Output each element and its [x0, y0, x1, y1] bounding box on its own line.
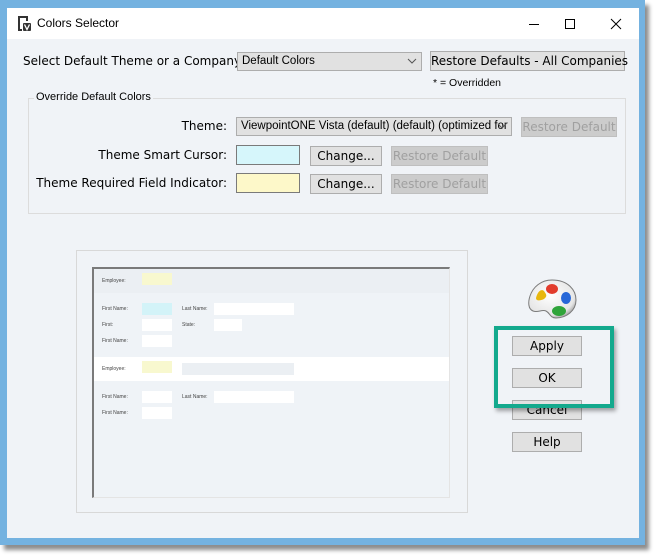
preview-field-label: First Name: [102, 394, 128, 400]
company-select[interactable]: Default Colors [237, 52, 422, 71]
window-frame: Colors Selector Select Default Theme or … [0, 0, 645, 545]
theme-select-value: ViewpointONE Vista (default) (default) (… [241, 120, 508, 132]
preview-description-field [182, 275, 294, 287]
close-button[interactable] [593, 8, 639, 39]
maximize-icon [565, 18, 575, 29]
preview-field-label: First: [102, 322, 114, 328]
preview-field-label: Last Name: [182, 394, 208, 400]
preview-field [214, 319, 242, 331]
preview-field [142, 391, 172, 403]
preview-field-label: First Name: [102, 410, 128, 416]
preview-field [142, 319, 172, 331]
preview-field [214, 391, 294, 403]
smart-cursor-change-button[interactable]: Change... [310, 146, 382, 166]
minimize-icon [529, 23, 539, 25]
preview-field-label: State: [182, 322, 196, 328]
smart-cursor-color-swatch[interactable] [236, 145, 300, 165]
required-field-change-button[interactable]: Change... [310, 174, 382, 194]
maximize-button[interactable] [547, 8, 593, 39]
theme-preview: Employee: First Name: Last Name: First: … [92, 267, 450, 498]
required-field-restore-default-button[interactable]: Restore Default [391, 174, 488, 194]
preview-employee-label: Employee: [102, 278, 126, 284]
close-icon [610, 18, 622, 29]
title-bar[interactable]: Colors Selector [7, 8, 639, 39]
preview-smart-cursor-field [142, 303, 172, 315]
colors-selector-dialog: Colors Selector Select Default Theme or … [7, 8, 639, 538]
preview-field-label: Last Name: [182, 306, 208, 312]
apply-ok-highlight [494, 326, 614, 408]
chevron-down-icon [407, 58, 417, 64]
preview-employee-label: Employee: [102, 366, 126, 372]
restore-defaults-all-companies-button[interactable]: Restore Defaults - All Companies [430, 51, 628, 71]
help-button[interactable]: Help [512, 432, 582, 452]
override-group-title: Override Default Colors [34, 91, 153, 103]
preview-field [142, 335, 172, 347]
smart-cursor-label: Theme Smart Cursor: [98, 148, 227, 162]
preview-field-label: First Name: [102, 338, 128, 344]
paint-palette-icon [528, 279, 577, 319]
required-field-color-swatch[interactable] [236, 173, 300, 193]
preview-field [142, 407, 172, 419]
theme-label: Theme: [181, 119, 227, 133]
preview-required-field [142, 361, 172, 373]
theme-restore-default-button[interactable]: Restore Default [521, 117, 617, 137]
company-label: Select Default Theme or a Company: [23, 54, 245, 68]
chevron-down-icon [497, 123, 507, 129]
required-field-indicator-label: Theme Required Field Indicator: [36, 176, 227, 190]
viewpoint-v-icon [18, 16, 31, 31]
preview-field-label: First Name: [102, 306, 128, 312]
company-select-value: Default Colors [242, 55, 315, 67]
smart-cursor-restore-default-button[interactable]: Restore Default [391, 146, 488, 166]
window-title: Colors Selector [37, 16, 120, 30]
theme-select[interactable]: ViewpointONE Vista (default) (default) (… [236, 117, 512, 136]
preview-required-field [142, 273, 172, 285]
preview-field [214, 303, 294, 315]
preview-description-field [182, 363, 294, 375]
overridden-note: * = Overridden [433, 77, 501, 89]
